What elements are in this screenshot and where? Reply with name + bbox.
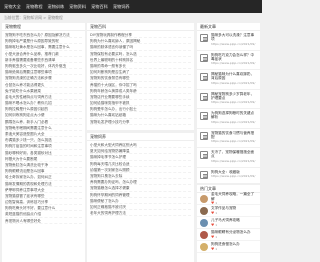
sidebar-article-text: 揭秘宠物狗多少岁算老年，护理要点 https://www.pipp.cn/2021… — [211, 92, 257, 107]
sidebar-article-text: 宠物猫的饮食习惯与营养搭配 https://www.pipp.cn/2021/09… — [211, 131, 257, 146]
sidebar-article-title[interactable]: 为狗狗选择狗粮时的关键点解析 — [211, 111, 257, 120]
sidebar-article-item[interactable]: 狗狗大全：收藏版 https://www.pipp.cn/2021/09/ — [197, 168, 260, 184]
hot-article-text: 猫咪眼睛有分泌物怎么办 ♥1 — [211, 230, 251, 238]
hot-article-item[interactable]: 儿子马犬饲养攻略 ♥1 — [197, 217, 260, 229]
sidebar-article-title[interactable]: 揭秘宠物狗多少岁算老年，护理要点 — [211, 92, 257, 101]
sidebar-article-item[interactable]: 天冷了，宠物保暖措施全面点 https://www.pipp.cn/2021/09… — [197, 148, 260, 168]
article-link[interactable]: 老年犬的饲养护理方法 — [90, 210, 191, 217]
sidebar-article-text: 猫咪多大可以洗澡？注意事项 https://www.pipp.cn/2021/09… — [211, 33, 257, 48]
like-number: 1 — [215, 210, 218, 215]
hot-article-text: 狗狗进食慢怎么办 ♥1 — [211, 242, 240, 250]
nav-item-all[interactable]: 宠物大全 — [4, 4, 21, 10]
sidebar-article-text: 天冷了，宠物保暖措施全面点 https://www.pipp.cn/2021/09… — [211, 150, 257, 165]
like-count: ♥1 — [211, 235, 251, 239]
like-count: ♥1 — [211, 201, 257, 205]
nav-menu: 宠物大全 宠物教程 宠物训练 宠物资料 宠物百科 宠物饲养 — [0, 0, 262, 13]
middle-panel-title-2: 宠物饲养 — [87, 133, 194, 141]
sidebar-article-item[interactable]: 为狗狗选择狗粮时的关键点解析 https://www.pipp.cn/2021/0… — [197, 109, 260, 129]
like-count: ♥1 — [211, 211, 236, 215]
document-icon — [200, 151, 208, 159]
nav-item-tutorial[interactable]: 宠物教程 — [26, 4, 43, 10]
middle-article-list-2: 小型犬和大型犬饲养区别大吗 夏天如何给宠物防暑降温 猫咪掉毛季节怎么护理 狗狗每天喂几… — [87, 141, 194, 217]
sidebar-article-url: https://www.pipp.cn/2021/09/ — [211, 80, 256, 85]
sidebar-article-url: https://www.pipp.cn/2021/09/ — [211, 158, 256, 163]
sidebar-article-text: 狗狗吃巧克力会怎么样？中毒症状 https://www.pipp.cn/2021/… — [211, 53, 257, 68]
heart-icon: ♥ — [211, 200, 215, 205]
breadcrumb: 当前位置：宠物知识网 > 宠物教程 — [4, 15, 63, 20]
like-count: ♥1 — [211, 223, 240, 227]
nav-item-encyclopedia[interactable]: 宠物百科 — [91, 4, 108, 10]
sidebar-article-title[interactable]: 狗狗吃巧克力会怎么样？中毒症状 — [211, 53, 257, 62]
sidebar-article-title[interactable]: 天冷了，宠物保暖措施全面点 — [211, 150, 257, 159]
left-article-panel: 宠物教程 宠物狗不吃东西怎么办？原因及解决方法 狗狗掉毛严重是什么原因导致的呢 猫咪… — [2, 23, 85, 262]
sidebar-article-url: https://www.pipp.cn/2021/09/ — [211, 100, 256, 105]
left-article-list: 宠物狗不吃东西怎么办？原因及解决方法 狗狗掉毛严重是什么原因导致的呢 猫咪呕吐黄水是… — [2, 31, 85, 225]
top-navbar: 宠物大全 宠物教程 宠物训练 宠物资料 宠物百科 宠物饲养 — [0, 0, 262, 13]
article-thumbnail[interactable] — [200, 242, 208, 251]
like-number: 1 — [215, 200, 218, 205]
hot-article-text: 儿子马犬饲养攻略 ♥1 — [211, 218, 240, 226]
sidebar-article-title[interactable]: 猫咪多大可以洗澡？注意事项 — [211, 33, 257, 42]
middle-article-panel: 宠物百科 DIY宠物玩具制作教程分享 狗狗为什么喜欢舔人，原因揭秘 猫咪的肢体语言你… — [87, 23, 194, 130]
heart-icon: ♥ — [211, 222, 215, 227]
document-icon — [200, 34, 208, 42]
hot-article-item[interactable]: 狗狗进食慢怎么办 ♥1 — [197, 241, 260, 253]
sidebar-latest: 最新文章 猫咪多大可以洗澡？注意事项 https://www.pipp.cn/20… — [197, 23, 260, 183]
sidebar-article-item[interactable]: 宠物猫的饮食习惯与营养搭配 https://www.pipp.cn/2021/09… — [197, 129, 260, 148]
middle-article-panel-2: 宠物饲养 小型犬和大型犬饲养区别大吗 夏天如何给宠物防暑降温 猫咪掉毛季节怎么护理狗… — [87, 133, 194, 262]
nav-item-training[interactable]: 宠物训练 — [48, 4, 65, 10]
document-icon — [200, 92, 208, 101]
document-icon — [200, 73, 208, 81]
article-thumbnail[interactable] — [200, 218, 208, 227]
document-icon — [200, 53, 208, 62]
sidebar-hot: 热门文章 金毛犬饲养攻略，一篇全了解 ♥1 文学作品与宠物 ♥1 儿子马犬饲养攻略 ♥1 猫… — [197, 185, 260, 262]
article-thumbnail[interactable] — [200, 230, 208, 239]
heart-icon: ♥ — [211, 246, 215, 251]
like-count: ♥1 — [211, 247, 240, 251]
middle-article-list: DIY宠物玩具制作教程分享 狗狗为什么喜欢舔人，原因揭秘 猫咪的肢体语言你读懂了吗宠… — [87, 31, 194, 126]
sidebar-article-url: https://www.pipp.cn/2021/09/ — [211, 119, 256, 124]
nav-item-feeding[interactable]: 宠物饲养 — [113, 4, 130, 10]
article-thumbnail[interactable] — [200, 206, 208, 215]
like-number: 1 — [215, 234, 218, 239]
like-number: 1 — [215, 222, 218, 227]
sidebar-article-text: 狗狗大全：收藏版 https://www.pipp.cn/2021/09/ — [211, 170, 257, 184]
left-panel-title: 宠物教程 — [2, 23, 85, 31]
sidebar-article-url: https://www.pipp.cn/2021/09/ — [211, 173, 256, 178]
hot-article-item[interactable]: 猫咪眼睛有分泌物怎么办 ♥1 — [197, 229, 260, 241]
hot-article-text: 金毛犬饲养攻略，一篇全了解 ♥1 — [211, 192, 257, 204]
sidebar-article-item[interactable]: 猫咪多大可以洗澡？注意事项 https://www.pipp.cn/2021/09… — [197, 31, 260, 51]
sidebar-article-text: 为狗狗选择狗粮时的关键点解析 https://www.pipp.cn/2021/0… — [211, 111, 257, 126]
hot-article-item[interactable]: 文学作品与宠物 ♥1 — [197, 205, 260, 217]
hot-article-list: 金毛犬饲养攻略，一篇全了解 ♥1 文学作品与宠物 ♥1 儿子马犬饲养攻略 ♥1 猫咪眼睛有分… — [197, 192, 260, 253]
sidebar-article-title[interactable]: 揭秘猫咪为什么喜欢踩奶，背后原因 — [211, 72, 257, 81]
article-link[interactable]: 养宠物对人有哪些好处 — [5, 218, 82, 224]
heart-icon: ♥ — [211, 210, 215, 215]
document-icon — [200, 131, 208, 140]
hot-article-title[interactable]: 金毛犬饲养攻略，一篇全了解 — [211, 192, 257, 200]
document-icon — [200, 112, 208, 120]
sidebar-article-url: https://www.pipp.cn/2021/09/ — [211, 139, 256, 144]
sidebar-latest-list: 猫咪多大可以洗澡？注意事项 https://www.pipp.cn/2021/09… — [197, 31, 260, 183]
sidebar-article-item[interactable]: 狗狗吃巧克力会怎么样？中毒症状 https://www.pipp.cn/2021/… — [197, 51, 260, 70]
nav-item-info[interactable]: 宠物资料 — [69, 4, 86, 10]
sidebar-article-url: https://www.pipp.cn/2021/09/ — [211, 61, 256, 66]
sidebar-article-item[interactable]: 揭秘宠物狗多少岁算老年，护理要点 https://www.pipp.cn/2021… — [197, 90, 260, 109]
heart-icon: ♥ — [211, 234, 215, 239]
sidebar-article-url: https://www.pipp.cn/2021/09/ — [211, 41, 256, 46]
article-thumbnail[interactable] — [200, 194, 208, 203]
sidebar-article-text: 揭秘猫咪为什么喜欢踩奶，背后原因 https://www.pipp.cn/2021… — [211, 72, 257, 87]
middle-panel-title: 宠物百科 — [87, 23, 194, 31]
hot-article-text: 文学作品与宠物 ♥1 — [211, 206, 236, 214]
hot-article-item[interactable]: 金毛犬饲养攻略，一篇全了解 ♥1 — [197, 192, 260, 205]
sidebar-article-title[interactable]: 宠物猫的饮食习惯与营养搭配 — [211, 131, 257, 140]
like-number: 1 — [215, 246, 218, 251]
sidebar-article-item[interactable]: 揭秘猫咪为什么喜欢踩奶，背后原因 https://www.pipp.cn/2021… — [197, 70, 260, 90]
article-link[interactable]: 宠物毛发护理小技巧分享 — [90, 119, 191, 125]
sidebar-title: 最新文章 — [197, 23, 260, 31]
document-icon — [200, 170, 208, 179]
